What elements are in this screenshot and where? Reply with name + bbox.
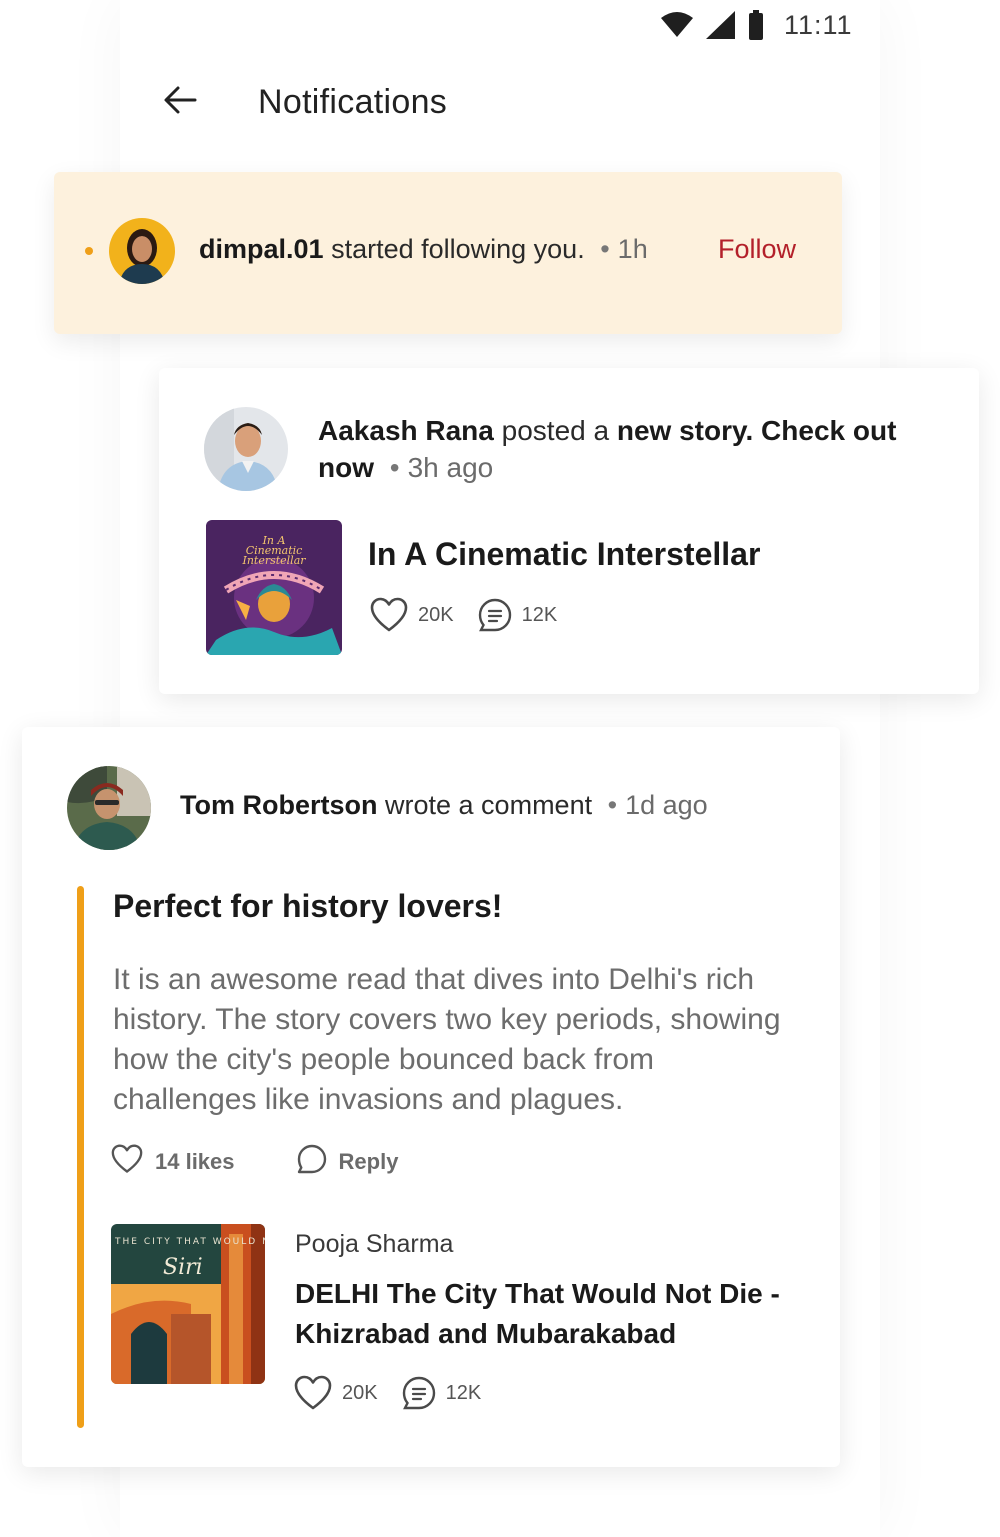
comment-icon — [402, 1376, 436, 1410]
comment-icon — [478, 598, 512, 632]
likes-count: 20K — [418, 603, 454, 626]
page-title: Notifications — [258, 82, 448, 121]
unread-indicator — [85, 247, 93, 255]
avatar[interactable] — [204, 407, 288, 491]
reply-bubble-icon — [297, 1144, 327, 1180]
notification-message: wrote a comment — [385, 790, 593, 820]
book-stats: 20K 12K — [294, 1375, 481, 1411]
notification-username[interactable]: dimpal.01 — [199, 234, 324, 264]
avatar[interactable] — [109, 218, 175, 284]
book-cover-script: Siri — [163, 1255, 203, 1280]
separator-dot: • — [607, 790, 618, 820]
heart-icon — [370, 597, 408, 633]
status-time: 11:11 — [784, 9, 853, 40]
book-author[interactable]: Pooja Sharma — [295, 1230, 453, 1259]
separator-dot: • — [389, 452, 400, 483]
likes-label: 14 likes — [155, 1149, 235, 1174]
heart-icon — [111, 1144, 143, 1180]
comments-count: 12K — [521, 603, 558, 626]
notification-time: 3h ago — [407, 452, 494, 483]
likes-stat[interactable]: 20K — [294, 1375, 378, 1411]
book-title[interactable]: DELHI The City That Would Not Die - Khiz… — [295, 1274, 815, 1354]
app-header: Notifications — [160, 78, 447, 126]
battery-icon — [748, 10, 764, 40]
comment-heading: Perfect for history lovers! — [113, 888, 503, 924]
follow-button[interactable]: Follow — [718, 234, 796, 265]
reply-button[interactable]: Reply — [297, 1144, 399, 1180]
notification-time: 1h — [617, 234, 648, 264]
svg-text:Interstellar: Interstellar — [241, 554, 306, 567]
notification-message: posted a — [501, 415, 610, 446]
notification-message: started following you. — [331, 234, 585, 264]
signal-icon — [706, 11, 736, 39]
book-cover-top-text: THE CITY THAT WOULD N — [114, 1237, 265, 1247]
comments-stat[interactable]: 12K — [402, 1376, 482, 1410]
likes-stat[interactable]: 20K — [370, 597, 454, 633]
story-title[interactable]: In A Cinematic Interstellar — [368, 536, 760, 573]
comments-count: 12K — [445, 1381, 482, 1404]
wifi-icon — [660, 12, 694, 38]
follow-notification-text: dimpal.01 started following you. • 1h — [199, 234, 648, 265]
status-bar: 11:11 — [660, 6, 853, 44]
avatar[interactable] — [67, 766, 151, 850]
comment-accent-bar — [77, 886, 84, 1428]
like-comment-button[interactable]: 14 likes — [111, 1144, 235, 1180]
book-cover-image[interactable]: THE CITY THAT WOULD N Siri — [111, 1224, 265, 1384]
story-stats: 20K 12K — [370, 597, 557, 633]
comment-actions: 14 likes Reply — [111, 1144, 398, 1180]
likes-count: 20K — [342, 1381, 378, 1404]
heart-icon — [294, 1375, 332, 1411]
comment-notification-text: Tom Robertson wrote a comment • 1d ago — [180, 790, 708, 821]
separator-dot: • — [600, 234, 610, 264]
comment-body: It is an awesome read that dives into De… — [113, 963, 781, 1116]
notification-username[interactable]: Tom Robertson — [180, 790, 378, 820]
arrow-left-icon — [163, 85, 197, 120]
story-notification-text: Aakash Rana posted a new story. Check ou… — [318, 412, 938, 486]
notification-username[interactable]: Aakash Rana — [318, 415, 494, 446]
comments-stat[interactable]: 12K — [478, 598, 558, 632]
back-button[interactable] — [160, 82, 200, 122]
notification-time: 1d ago — [625, 790, 708, 820]
reply-label: Reply — [338, 1149, 399, 1174]
story-cover-image[interactable]: In A Cinematic Interstellar — [206, 520, 342, 655]
